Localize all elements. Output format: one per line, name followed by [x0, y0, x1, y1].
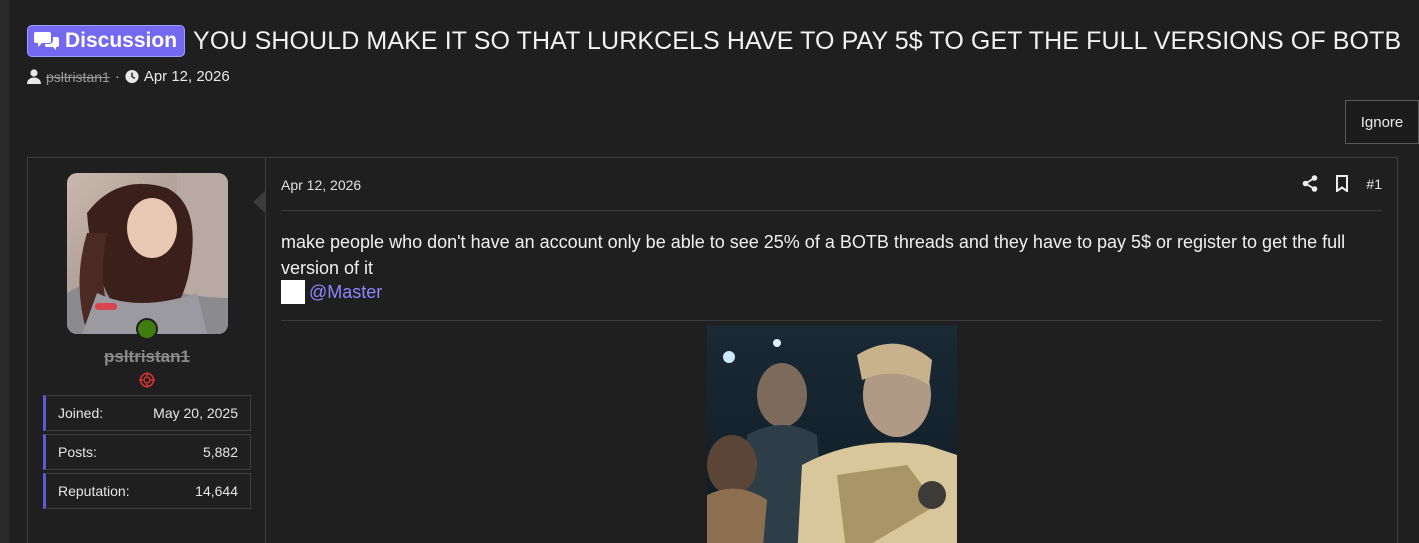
mention-row: @Master: [281, 280, 382, 304]
bookmark-icon[interactable]: [1334, 175, 1350, 192]
thread-meta: psltristan1 · Apr 12, 2026: [27, 68, 1419, 85]
thread-title: YOU SHOULD MAKE IT SO THAT LURKCELS HAVE…: [193, 26, 1402, 55]
stat-label: Posts:: [58, 444, 97, 460]
thread-date-link[interactable]: Apr 12, 2026: [144, 68, 230, 85]
post-main: Apr 12, 2026 #1 make people who don't ha…: [281, 158, 1382, 543]
ignore-button[interactable]: Ignore: [1345, 100, 1419, 144]
user-panel-arrow: [253, 190, 266, 214]
user-panel: psltristan1 Joined: May 20, 2025 Posts: …: [28, 158, 266, 543]
title-row: Discussion YOU SHOULD MAKE IT SO THAT LU…: [27, 24, 1419, 58]
banner-icon: [139, 372, 155, 388]
stat-joined: Joined: May 20, 2025: [43, 395, 251, 431]
clock-icon: [125, 69, 139, 84]
stat-value: 14,644: [195, 483, 238, 499]
share-icon[interactable]: [1302, 175, 1318, 192]
prefix-label: Discussion: [65, 29, 178, 52]
stat-value: 5,882: [202, 444, 238, 460]
post-image[interactable]: [707, 325, 957, 543]
username-link[interactable]: psltristan1: [28, 347, 266, 367]
mention-link[interactable]: @Master: [309, 282, 382, 303]
post-body: make people who don't have an account on…: [281, 232, 1346, 278]
thread-author-link[interactable]: psltristan1: [46, 69, 110, 85]
stat-reputation: Reputation: 14,644: [43, 473, 251, 509]
stat-posts: Posts: 5,882: [43, 434, 251, 470]
stat-value: May 20, 2025: [153, 405, 238, 421]
post-actions: #1: [1302, 175, 1382, 192]
stat-label: Joined:: [58, 405, 104, 421]
discussion-prefix-badge[interactable]: Discussion: [27, 25, 186, 57]
post-number-link[interactable]: #1: [1366, 176, 1382, 192]
user-icon: [27, 69, 41, 84]
post-header-divider: [281, 210, 1382, 211]
thread-header: Discussion YOU SHOULD MAKE IT SO THAT LU…: [27, 24, 1419, 85]
chat-bubbles-icon: [34, 32, 59, 50]
stat-label: Reputation:: [58, 483, 130, 499]
post-body-divider: [281, 320, 1382, 321]
online-status-indicator: [136, 318, 158, 340]
left-edge-strip: [0, 0, 9, 543]
meta-separator: ·: [114, 68, 120, 85]
post-date-link[interactable]: Apr 12, 2026: [281, 177, 361, 193]
mention-avatar[interactable]: [281, 280, 305, 304]
post-1: psltristan1 Joined: May 20, 2025 Posts: …: [27, 157, 1398, 543]
avatar[interactable]: [67, 173, 228, 334]
